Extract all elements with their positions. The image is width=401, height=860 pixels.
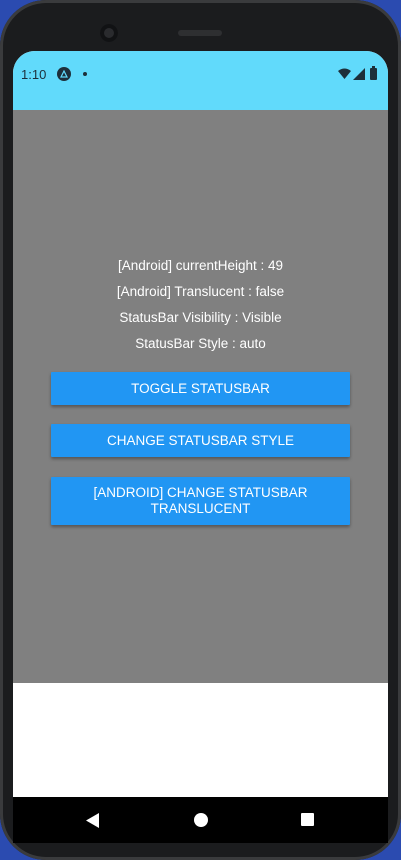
change-statusbar-translucent-button[interactable]: [ANDROID] CHANGE STATUSBAR TRANSLUCENT — [51, 477, 350, 525]
expo-icon — [57, 67, 71, 81]
translucent-text: [Android] Translucent : false — [116, 284, 285, 299]
recents-icon[interactable] — [301, 813, 314, 826]
camera-icon — [100, 24, 118, 42]
battery-icon — [370, 66, 377, 80]
navigation-bar — [13, 797, 388, 843]
wifi-icon — [338, 68, 351, 79]
current-height-text: [Android] currentHeight : 49 — [117, 258, 284, 273]
app-content: [Android] currentHeight : 49 [Android] T… — [13, 110, 388, 683]
signal-icon — [353, 68, 365, 80]
change-statusbar-style-button[interactable]: CHANGE STATUSBAR STYLE — [51, 424, 350, 457]
style-text: StatusBar Style : auto — [135, 336, 266, 351]
home-icon[interactable] — [194, 813, 208, 827]
back-icon[interactable] — [86, 813, 99, 828]
visibility-text: StatusBar Visibility : Visible — [119, 310, 282, 325]
status-bar: 1:10 — [13, 51, 388, 110]
bottom-area — [13, 683, 388, 797]
translucent-label-line2: TRANSLUCENT — [150, 501, 251, 516]
device-frame: 1:10 [Android] currentHeight : 49 [Andro… — [0, 0, 401, 860]
status-time: 1:10 — [21, 67, 47, 82]
notification-dot-icon — [83, 72, 87, 76]
toggle-statusbar-label: TOGGLE STATUSBAR — [131, 380, 270, 396]
toggle-statusbar-button[interactable]: TOGGLE STATUSBAR — [51, 372, 350, 405]
translucent-label-line1: [ANDROID] CHANGE STATUSBAR — [93, 485, 308, 500]
speaker-grille — [178, 30, 222, 36]
screen: 1:10 [Android] currentHeight : 49 [Andro… — [13, 51, 388, 797]
change-statusbar-style-label: CHANGE STATUSBAR STYLE — [106, 432, 295, 448]
